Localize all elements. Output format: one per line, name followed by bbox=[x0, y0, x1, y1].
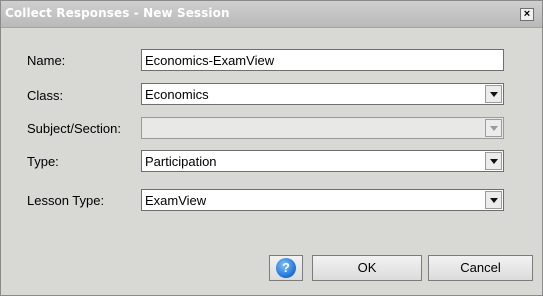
cancel-button[interactable]: Cancel bbox=[428, 255, 533, 281]
subject-section-dropdown-button bbox=[485, 119, 502, 137]
class-label: Class: bbox=[27, 88, 64, 103]
close-button[interactable]: × bbox=[520, 8, 534, 21]
subject-section-label: Subject/Section: bbox=[27, 121, 121, 136]
chevron-down-icon bbox=[490, 126, 498, 131]
name-input[interactable]: Economics-ExamView bbox=[141, 49, 504, 71]
new-session-dialog: Collect Responses - New Session × Name: … bbox=[0, 0, 543, 296]
lesson-type-select[interactable]: ExamView bbox=[141, 189, 504, 211]
class-dropdown-button[interactable] bbox=[485, 85, 502, 103]
class-select-value: Economics bbox=[145, 87, 209, 102]
name-label: Name: bbox=[27, 53, 66, 68]
lesson-type-dropdown-button[interactable] bbox=[485, 191, 502, 209]
window-title: Collect Responses - New Session bbox=[5, 6, 230, 20]
close-icon: × bbox=[523, 8, 531, 20]
chevron-down-icon bbox=[490, 92, 498, 97]
chevron-down-icon bbox=[490, 159, 498, 164]
class-select[interactable]: Economics bbox=[141, 83, 504, 105]
lesson-type-label: Lesson Type: bbox=[27, 193, 105, 208]
type-dropdown-button[interactable] bbox=[485, 152, 502, 170]
type-label: Type: bbox=[27, 154, 59, 169]
chevron-down-icon bbox=[490, 198, 498, 203]
name-input-value: Economics-ExamView bbox=[145, 53, 275, 68]
help-button[interactable]: ? bbox=[269, 255, 303, 281]
ok-button[interactable]: OK bbox=[312, 255, 422, 281]
lesson-type-value: ExamView bbox=[145, 193, 207, 208]
subject-section-select bbox=[141, 117, 504, 139]
type-select[interactable]: Participation bbox=[141, 150, 504, 172]
help-icon: ? bbox=[276, 258, 296, 278]
title-bar[interactable]: Collect Responses - New Session × bbox=[1, 1, 542, 28]
type-select-value: Participation bbox=[145, 154, 217, 169]
